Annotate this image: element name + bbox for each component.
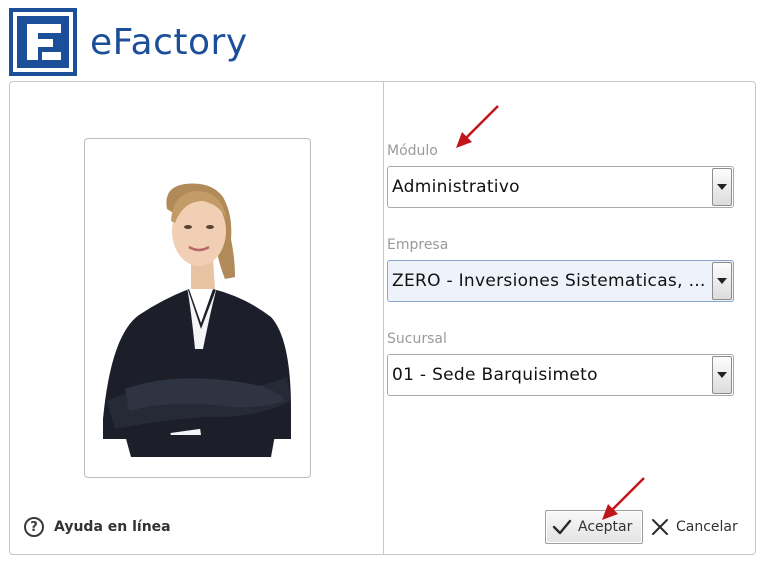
modulo-dropdown-button[interactable]: [712, 168, 732, 206]
empresa-dropdown-button[interactable]: [712, 262, 732, 300]
question-circle-icon: ?: [24, 517, 44, 537]
empresa-select[interactable]: ZERO - Inversiones Sistematicas, C.A.: [387, 260, 734, 302]
accept-label: Aceptar: [578, 519, 633, 535]
chevron-down-icon: [717, 372, 727, 378]
panel-divider: [383, 82, 384, 554]
app-logo: [9, 8, 77, 76]
sucursal-select[interactable]: 01 - Sede Barquisimeto: [387, 354, 734, 396]
sucursal-label: Sucursal: [387, 331, 447, 347]
checkmark-icon: [552, 519, 572, 535]
chevron-down-icon: [717, 184, 727, 190]
login-panel: ? Ayuda en línea: [9, 81, 756, 555]
help-link[interactable]: ? Ayuda en línea: [24, 514, 171, 540]
empresa-label: Empresa: [387, 237, 449, 253]
close-icon: [652, 519, 668, 535]
cancel-button[interactable]: Cancelar: [651, 513, 738, 541]
help-label: Ayuda en línea: [54, 519, 171, 535]
modulo-value: Administrativo: [392, 177, 520, 197]
app-title: eFactory: [90, 22, 248, 63]
empresa-value: ZERO - Inversiones Sistematicas, C.A.: [392, 271, 712, 291]
sucursal-dropdown-button[interactable]: [712, 356, 732, 394]
accept-button[interactable]: Aceptar: [545, 510, 643, 544]
modulo-select[interactable]: Administrativo: [387, 166, 734, 208]
sucursal-value: 01 - Sede Barquisimeto: [392, 365, 598, 385]
cancel-label: Cancelar: [676, 519, 738, 535]
chevron-down-icon: [717, 278, 727, 284]
modulo-label: Módulo: [387, 143, 438, 159]
user-photo: [84, 138, 311, 478]
